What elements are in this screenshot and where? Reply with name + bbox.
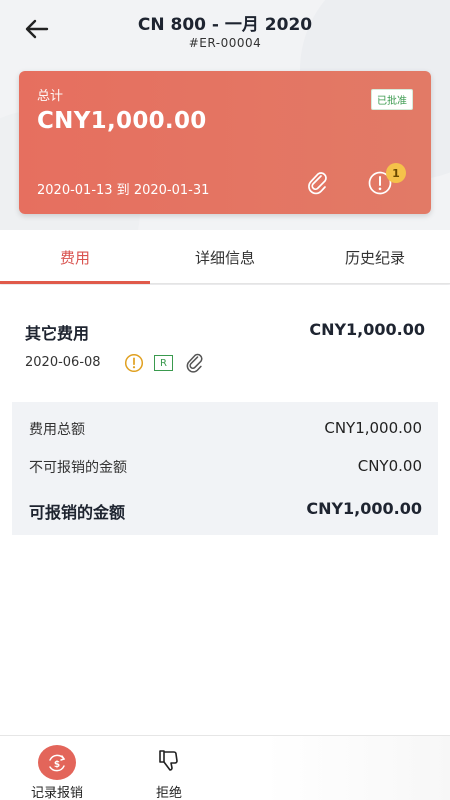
record-reimbursement-button[interactable]: $ 记录报销 (22, 736, 92, 800)
reimbursable-label: 可报销的金额 (29, 503, 126, 522)
report-summary-card: 总计 CNY1,000.00 已批准 2020-01-13 到 2020-01-… (19, 71, 431, 214)
active-tab-indicator (0, 281, 150, 284)
date-range: 2020-01-13 到 2020-01-31 (37, 183, 210, 198)
attachment-icon (184, 352, 206, 374)
attachment-icon[interactable] (305, 170, 331, 196)
page-title: CN 800 - 一月 2020 (137, 15, 313, 35)
tab-history[interactable]: 历史纪录 (300, 230, 450, 284)
amount-summary: 费用总额 CNY1,000.00 不可报销的金额 CNY0.00 可报销的金额 … (12, 402, 438, 535)
bottom-action-bar: $ 记录报销 拒绝 (0, 735, 450, 800)
total-expense-label: 费用总额 (29, 422, 85, 438)
non-reimbursable-value: CNY0.00 (357, 457, 422, 475)
expense-date: 2020-06-08 (25, 355, 101, 370)
expense-item[interactable]: 其它费用 CNY1,000.00 2020-06-08 R (0, 285, 450, 393)
expense-amount: CNY1,000.00 (309, 320, 425, 339)
total-label: 总计 (37, 89, 64, 104)
non-reimbursable-label: 不可报销的金额 (29, 460, 127, 476)
reject-label: 拒绝 (155, 786, 182, 800)
alert-count-badge: 1 (386, 163, 406, 183)
report-header: CN 800 - 一月 2020 #ER-00004 总计 CNY1,000.0… (0, 0, 450, 230)
expense-content: 其它费用 CNY1,000.00 2020-06-08 R 费用总额 CNY1,… (0, 285, 450, 735)
tab-bar: 费用 详细信息 历史纪录 (0, 230, 450, 284)
reject-button[interactable]: 拒绝 (135, 736, 203, 800)
reimburse-icon: $ (38, 745, 76, 780)
reimbursable-value: CNY1,000.00 (306, 499, 422, 518)
tab-expenses[interactable]: 费用 (0, 230, 150, 284)
record-label: 记录报销 (30, 786, 83, 800)
report-id: #ER-00004 (188, 36, 262, 50)
total-expense-value: CNY1,000.00 (324, 419, 422, 437)
expense-name: 其它费用 (25, 324, 90, 343)
warning-icon (124, 353, 144, 373)
tab-details[interactable]: 详细信息 (150, 230, 300, 284)
status-badge: 已批准 (371, 89, 413, 110)
receipt-badge: R (154, 355, 173, 371)
svg-text:$: $ (54, 760, 60, 770)
bar-fade (265, 736, 450, 800)
total-amount: CNY1,000.00 (37, 108, 207, 134)
thumbs-down-icon (155, 746, 183, 774)
